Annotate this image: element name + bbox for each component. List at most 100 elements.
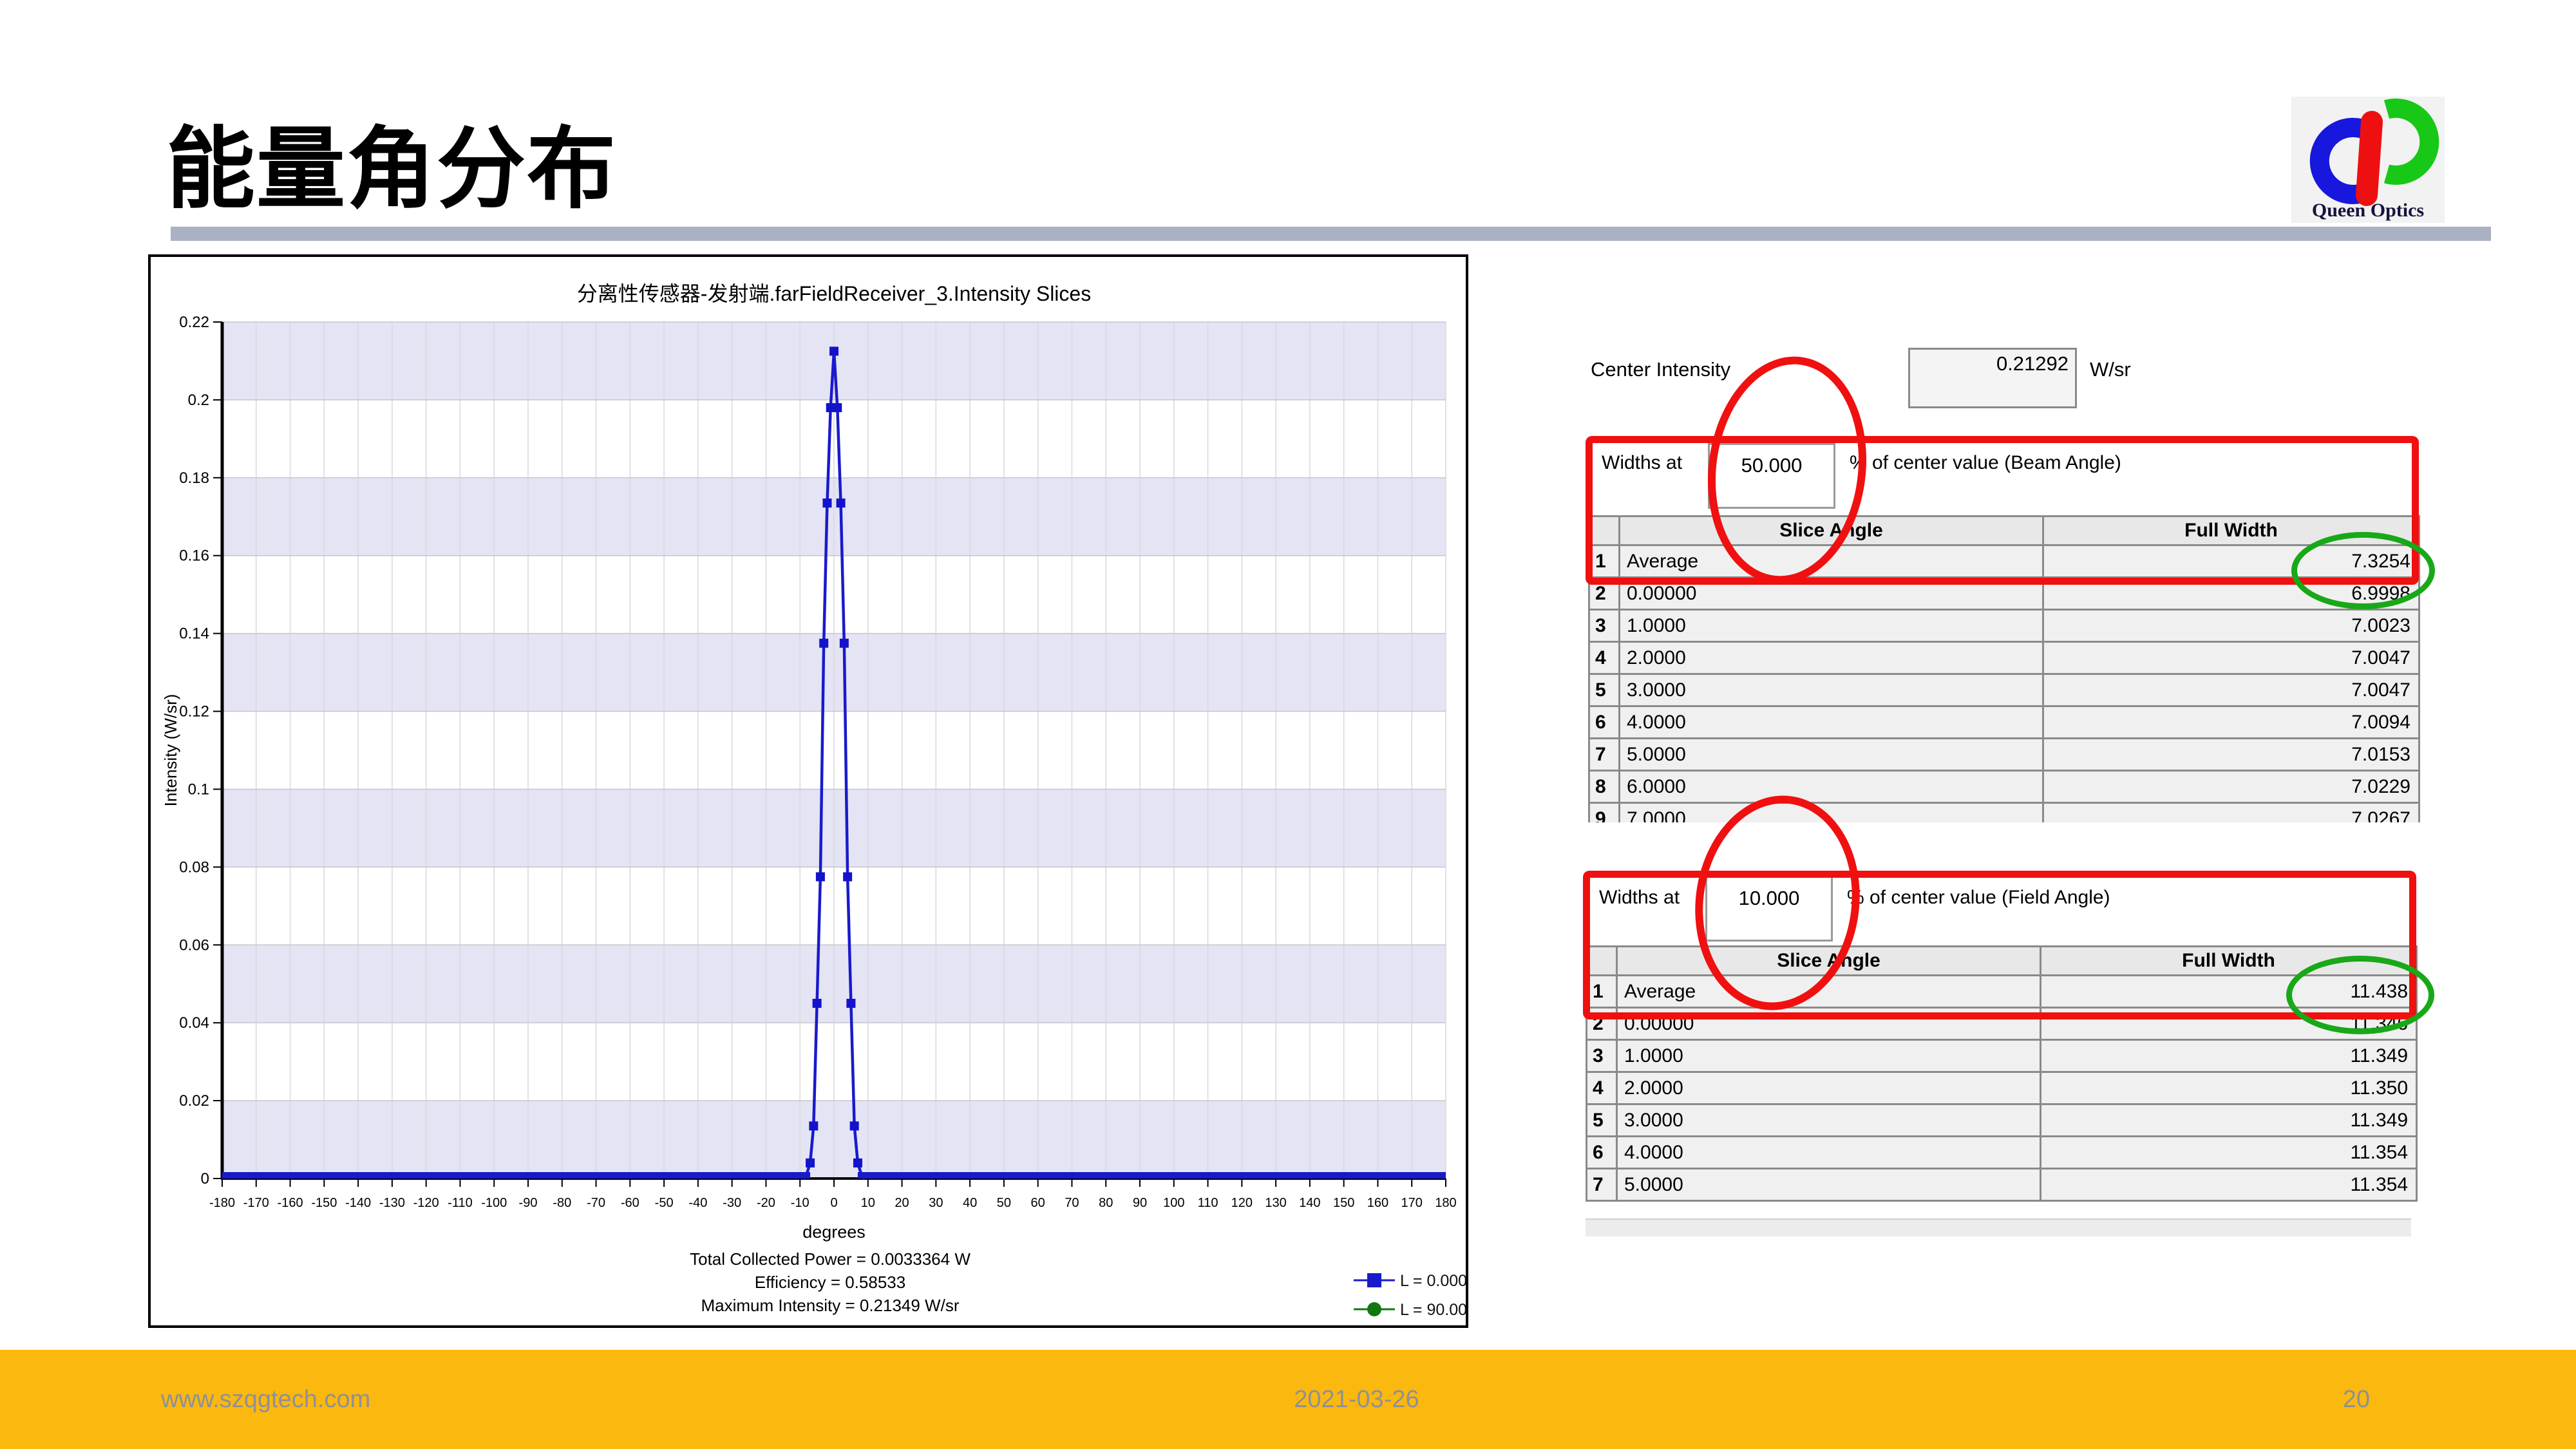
table-cell-full-width: 6.9998 [2044, 578, 2418, 609]
table-cell-slice-angle: Average [1620, 546, 2042, 576]
table-header-slice-angle: Slice Angle [1618, 947, 2040, 974]
table-row-index: 6 [1587, 1137, 1616, 1168]
table-cell-slice-angle: 2.0000 [1618, 1073, 2040, 1103]
table-cell-slice-angle: 1.0000 [1620, 611, 2042, 641]
svg-text:0: 0 [830, 1196, 837, 1210]
legend-marker-circle [1367, 1302, 1381, 1316]
table-row-index: 6 [1590, 707, 1618, 737]
svg-text:-170: -170 [243, 1196, 269, 1210]
center-intensity-label: Center Intensity [1591, 358, 1730, 381]
chart-ylabel: Intensity (W/sr) [161, 694, 180, 807]
table-cell-full-width: 7.0047 [2044, 643, 2418, 673]
chart-stats-line: Total Collected Power = 0.0033364 W [690, 1249, 971, 1269]
table-cell-slice-angle: 4.0000 [1620, 707, 2042, 737]
table-scrollbar[interactable] [1586, 1218, 2411, 1236]
table-row-index: 5 [1587, 1105, 1616, 1135]
svg-text:20: 20 [895, 1196, 909, 1210]
table-row-index: 1 [1590, 546, 1618, 576]
svg-text:-90: -90 [519, 1196, 538, 1210]
table-cell-full-width: 7.0229 [2044, 772, 2418, 802]
svg-text:0.22: 0.22 [179, 314, 209, 331]
table-header-full-width: Full Width [2041, 947, 2416, 974]
table-row-index: 3 [1590, 611, 1618, 641]
table-row-index: 2 [1590, 578, 1618, 609]
svg-text:-160: -160 [278, 1196, 303, 1210]
svg-text:130: 130 [1265, 1196, 1286, 1210]
svg-text:0: 0 [201, 1170, 209, 1188]
footer-website: www.szqgtech.com [161, 1386, 370, 1414]
page-title: 能量角分布 [166, 97, 617, 225]
beam-threshold-input[interactable]: 50.000 [1708, 443, 1835, 509]
svg-text:90: 90 [1133, 1196, 1147, 1210]
table-cell-full-width: 7.0023 [2044, 611, 2418, 641]
table-row-index: 4 [1587, 1073, 1616, 1103]
beam-widths-at-label: Widths at [1602, 452, 1682, 474]
svg-text:-60: -60 [621, 1196, 639, 1210]
table-cell-slice-angle: 5.0000 [1618, 1170, 2040, 1200]
svg-text:-110: -110 [448, 1196, 473, 1210]
table-cell-slice-angle: 5.0000 [1620, 739, 2042, 770]
svg-text:110: 110 [1198, 1196, 1218, 1210]
footer-page-number: 20 [2343, 1386, 2370, 1414]
table-cell-full-width: 11.438 [2041, 976, 2416, 1007]
table-header-slice-angle: Slice Angle [1620, 517, 2042, 544]
svg-text:170: 170 [1401, 1196, 1423, 1210]
svg-text:-40: -40 [688, 1196, 707, 1210]
svg-text:-140: -140 [345, 1196, 371, 1210]
field-percent-label: % of center value (Field Angle) [1847, 887, 2110, 909]
svg-text:140: 140 [1299, 1196, 1320, 1210]
company-logo: Queen Optics [2291, 97, 2445, 223]
field-threshold-input[interactable]: 10.000 [1705, 876, 1833, 942]
table-row-index: 8 [1590, 772, 1618, 802]
center-intensity-unit: W/sr [2090, 358, 2131, 381]
table-cell-full-width: 7.0047 [2044, 675, 2418, 705]
table-cell-full-width: 7.3254 [2044, 546, 2418, 576]
table-cell-slice-angle: 1.0000 [1618, 1041, 2040, 1071]
svg-text:-150: -150 [311, 1196, 337, 1210]
svg-text:160: 160 [1367, 1196, 1388, 1210]
table-cell-full-width: 11.350 [2041, 1073, 2416, 1103]
svg-text:30: 30 [929, 1196, 943, 1210]
table-row-index: 9 [1590, 804, 1618, 822]
legend-label: L = 0.00000 [1400, 1272, 1466, 1290]
table-cell-slice-angle: 0.00000 [1618, 1009, 2040, 1039]
intensity-slices-chart: 分离性传感器-发射端.farFieldReceiver_3.Intensity … [151, 257, 1466, 1325]
table-row-index: 7 [1590, 739, 1618, 770]
svg-text:-130: -130 [379, 1196, 405, 1210]
footer-bar: www.szqgtech.com 2021-03-26 20 [0, 1350, 2576, 1449]
table-cell-full-width: 11.349 [2041, 1105, 2416, 1135]
svg-text:-10: -10 [791, 1196, 810, 1210]
svg-text:0.16: 0.16 [179, 547, 209, 565]
svg-text:0.2: 0.2 [188, 392, 209, 409]
svg-text:0.18: 0.18 [179, 469, 209, 487]
table-cell-full-width: 7.0267 [2044, 804, 2418, 822]
table-cell-full-width: 11.346 [2041, 1009, 2416, 1039]
legend-marker-square [1367, 1273, 1381, 1287]
svg-text:0.06: 0.06 [179, 936, 209, 954]
svg-text:-100: -100 [481, 1196, 507, 1210]
svg-text:-80: -80 [553, 1196, 571, 1210]
field-angle-table: Slice AngleFull Width1Average11.43820.00… [1586, 945, 2421, 1212]
svg-text:-70: -70 [587, 1196, 605, 1210]
svg-text:70: 70 [1065, 1196, 1079, 1210]
chart-title: 分离性传感器-发射端.farFieldReceiver_3.Intensity … [577, 282, 1091, 305]
beam-angle-table: Slice AngleFull Width1Average7.325420.00… [1588, 515, 2424, 822]
title-divider-bar [171, 227, 2491, 241]
svg-text:0.12: 0.12 [179, 703, 209, 721]
table-row-index: 5 [1590, 675, 1618, 705]
chart-stats-line: Efficiency = 0.58533 [755, 1273, 905, 1292]
svg-text:40: 40 [963, 1196, 977, 1210]
svg-text:180: 180 [1435, 1196, 1456, 1210]
table-row-index: 4 [1590, 643, 1618, 673]
svg-text:-30: -30 [723, 1196, 741, 1210]
table-header-full-width: Full Width [2044, 517, 2418, 544]
svg-text:0.14: 0.14 [179, 625, 209, 643]
svg-text:60: 60 [1031, 1196, 1045, 1210]
table-cell-slice-angle: 3.0000 [1620, 675, 2042, 705]
svg-text:150: 150 [1333, 1196, 1354, 1210]
intensity-slices-chart-panel: 分离性传感器-发射端.farFieldReceiver_3.Intensity … [148, 254, 1468, 1328]
svg-text:-120: -120 [413, 1196, 439, 1210]
center-intensity-value: 0.21292 [1908, 348, 2077, 408]
table-cell-full-width: 7.0094 [2044, 707, 2418, 737]
svg-text:100: 100 [1163, 1196, 1184, 1210]
